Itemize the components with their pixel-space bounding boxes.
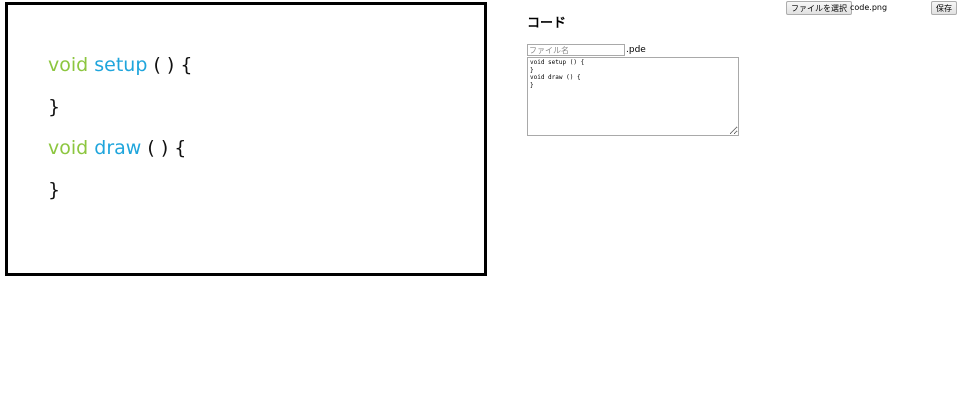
sketch-preview-canvas: void setup ( ) { } void draw ( ) { } — [5, 2, 487, 276]
function-name-setup: setup — [94, 54, 148, 76]
preview-punct: ( ) { — [141, 137, 187, 159]
code-editor-textarea[interactable]: void setup () { } void draw () { } — [527, 57, 739, 136]
code-section-title: コード — [527, 16, 567, 31]
keyword-void: void — [48, 137, 89, 159]
preview-line-draw: void draw ( ) { — [48, 137, 186, 159]
selected-file-name: code.png — [850, 3, 888, 12]
filename-input[interactable] — [527, 44, 625, 56]
preview-punct: } — [48, 96, 61, 118]
preview-line-setup-close: } — [48, 96, 60, 118]
save-button[interactable]: 保存 — [931, 1, 957, 15]
choose-file-button[interactable]: ファイルを選択 — [786, 1, 852, 15]
file-extension-label: .pde — [626, 45, 646, 55]
preview-punct: ( ) { — [147, 54, 193, 76]
function-name-draw: draw — [94, 137, 142, 159]
preview-line-draw-close: } — [48, 179, 60, 201]
preview-line-setup: void setup ( ) { — [48, 54, 192, 76]
keyword-void: void — [48, 54, 89, 76]
preview-punct: } — [48, 179, 61, 201]
